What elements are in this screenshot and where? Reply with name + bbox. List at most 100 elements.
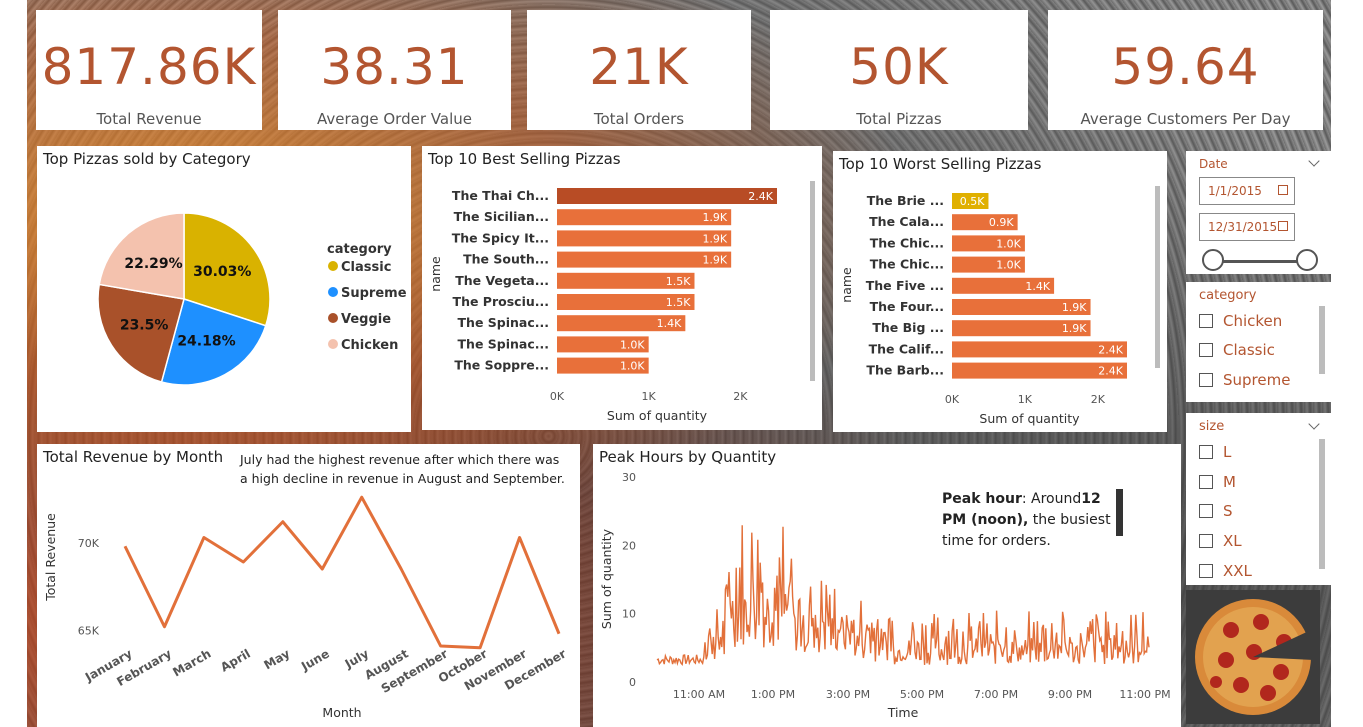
- legend-item: Supreme: [341, 286, 407, 301]
- legend-marker: [328, 339, 338, 349]
- bar-data-label: 1.9K: [702, 232, 727, 245]
- option-label: Classic: [1223, 341, 1275, 359]
- size-slicer[interactable]: size L M S XL XXL: [1186, 413, 1331, 585]
- legend-marker: [328, 313, 338, 323]
- bar: [557, 188, 777, 204]
- x-tick-label: May: [262, 646, 293, 672]
- best-selling-chart-card[interactable]: Top 10 Best Selling Pizzas 2.4K The Thai …: [422, 146, 822, 430]
- x-tick-label: 5:00 PM: [900, 688, 944, 701]
- checkbox[interactable]: [1199, 564, 1213, 578]
- size-option-xxl[interactable]: XXL: [1199, 562, 1252, 584]
- y-tick-label: 10: [622, 608, 636, 621]
- kpi-label: Total Orders: [593, 110, 685, 128]
- kpi-value: 50K: [849, 38, 949, 96]
- category-slicer[interactable]: category Chicken Classic Supreme: [1186, 282, 1331, 402]
- scrollbar[interactable]: [1319, 306, 1325, 374]
- x-tick-label: 11:00 AM: [673, 688, 725, 701]
- bar-data-label: 1.9K: [1062, 301, 1087, 314]
- worst-selling-chart-card[interactable]: Top 10 Worst Selling Pizzas 0.5K The Brie…: [833, 151, 1167, 432]
- y-tick-label: 30: [622, 471, 636, 484]
- x-tick-label: June: [298, 646, 332, 673]
- option-label: M: [1223, 473, 1236, 491]
- category-label: The Big ...: [872, 320, 944, 335]
- checkbox[interactable]: [1199, 373, 1213, 387]
- kpi-card-average-order-value: 38.31 Average Order Value: [278, 10, 511, 130]
- size-option-xl[interactable]: XL: [1199, 532, 1242, 554]
- chevron-down-icon[interactable]: [1308, 155, 1320, 167]
- scrollbar: [810, 181, 815, 381]
- kpi-value: 21K: [589, 38, 689, 96]
- category-label: The Chic...: [870, 257, 944, 272]
- bar-data-label: 2.4K: [1098, 365, 1123, 378]
- bar-data-label: 1.0K: [620, 338, 645, 351]
- size-option-s[interactable]: S: [1199, 502, 1233, 524]
- bar-data-label: 1.9K: [702, 254, 727, 267]
- pie-slice-label: 22.29%: [124, 256, 182, 272]
- option-label: S: [1223, 502, 1233, 520]
- pie-chart[interactable]: 30.03% 24.18% 23.5% 22.29% category Classic Su…: [37, 146, 411, 432]
- pizza-image: [1186, 590, 1320, 724]
- x-tick-label: 9:00 PM: [1048, 688, 1092, 701]
- revenue-by-month-card[interactable]: Total Revenue by Month July had the high…: [37, 444, 580, 727]
- date-range-end-handle[interactable]: [1296, 249, 1318, 271]
- option-label: Supreme: [1223, 371, 1291, 389]
- calendar-icon[interactable]: [1278, 185, 1288, 195]
- date-range-start-handle[interactable]: [1202, 249, 1224, 271]
- category-label: The Chic...: [870, 235, 944, 250]
- checkbox[interactable]: [1199, 475, 1213, 489]
- worst-selling-bar-chart[interactable]: 0.5K The Brie ... 0.9K The Cala... 1.0K The C…: [833, 151, 1167, 432]
- kpi-label: Average Customers Per Day: [1080, 110, 1291, 128]
- date-range-track: [1214, 260, 1308, 263]
- y-tick-label: 0: [629, 676, 636, 689]
- revenue-line-chart[interactable]: 70K65KJanuaryFebruaryMarch April May June Ju…: [37, 444, 580, 727]
- checkbox[interactable]: [1199, 534, 1213, 548]
- slicer-title: Date: [1199, 157, 1228, 171]
- checkbox[interactable]: [1199, 343, 1213, 357]
- legend-item: Veggie: [341, 312, 391, 327]
- chevron-down-icon[interactable]: [1308, 418, 1320, 430]
- legend-item: Chicken: [341, 338, 398, 353]
- category-label: The Brie ...: [867, 193, 944, 208]
- x-tick-label: 1:00 PM: [751, 688, 795, 701]
- category-label: The Vegeta...: [455, 273, 549, 288]
- x-tick-label: 0K: [550, 390, 565, 403]
- legend-marker: [328, 287, 338, 297]
- bar-data-label: 1.0K: [620, 360, 645, 373]
- pie-slice-label: 30.03%: [193, 264, 251, 280]
- y-axis-label: name: [428, 256, 443, 292]
- pie-slice-label: 24.18%: [177, 334, 235, 350]
- pie-slice-label: 23.5%: [120, 317, 169, 333]
- checkbox[interactable]: [1199, 445, 1213, 459]
- checkbox[interactable]: [1199, 504, 1213, 518]
- size-option-l[interactable]: L: [1199, 443, 1231, 465]
- y-tick-label: 70K: [78, 537, 100, 550]
- y-tick-label: 20: [622, 539, 636, 552]
- peak-hours-chart[interactable]: 30 20 10 0 Sum of quantity 11:00 AM 1:00 PM 3:0…: [593, 444, 1181, 727]
- best-selling-bar-chart[interactable]: 2.4K The Thai Ch... 1.9K The Sicilian... 1.9…: [422, 146, 822, 430]
- option-label: Chicken: [1223, 312, 1283, 330]
- kpi-label: Total Revenue: [96, 110, 202, 128]
- size-option-m[interactable]: M: [1199, 473, 1236, 495]
- category-label: The Spicy It...: [452, 230, 549, 245]
- scrollbar[interactable]: [1319, 439, 1325, 569]
- kpi-label: Average Order Value: [317, 110, 472, 128]
- checkbox[interactable]: [1199, 314, 1213, 328]
- pie-chart-card[interactable]: Top Pizzas sold by Category 30.03% 24.18%…: [37, 146, 411, 432]
- category-option-supreme[interactable]: Supreme: [1199, 371, 1290, 393]
- y-axis-label: name: [839, 267, 854, 303]
- date-from-input[interactable]: 1/1/2015: [1199, 177, 1295, 205]
- date-slicer[interactable]: Date 1/1/2015 12/31/2015: [1186, 151, 1331, 274]
- scrollbar: [1155, 186, 1160, 368]
- category-option-chicken[interactable]: Chicken: [1199, 312, 1282, 334]
- kpi-card-total-pizzas: 50K Total Pizzas: [770, 10, 1028, 130]
- kpi-card-total-orders: 21K Total Orders: [527, 10, 751, 130]
- y-axis-label: Total Revenue: [43, 513, 58, 602]
- calendar-icon[interactable]: [1278, 221, 1288, 231]
- kpi-value: 817.86K: [41, 38, 257, 96]
- date-to-input[interactable]: 12/31/2015: [1199, 213, 1295, 241]
- x-tick-label: 11:00 PM: [1119, 688, 1170, 701]
- x-tick-label: 0K: [945, 393, 960, 406]
- peak-hours-card[interactable]: Peak Hours by Quantity Peak hour: Around…: [593, 444, 1181, 727]
- bar-data-label: 1.0K: [996, 259, 1021, 272]
- category-option-classic[interactable]: Classic: [1199, 341, 1275, 363]
